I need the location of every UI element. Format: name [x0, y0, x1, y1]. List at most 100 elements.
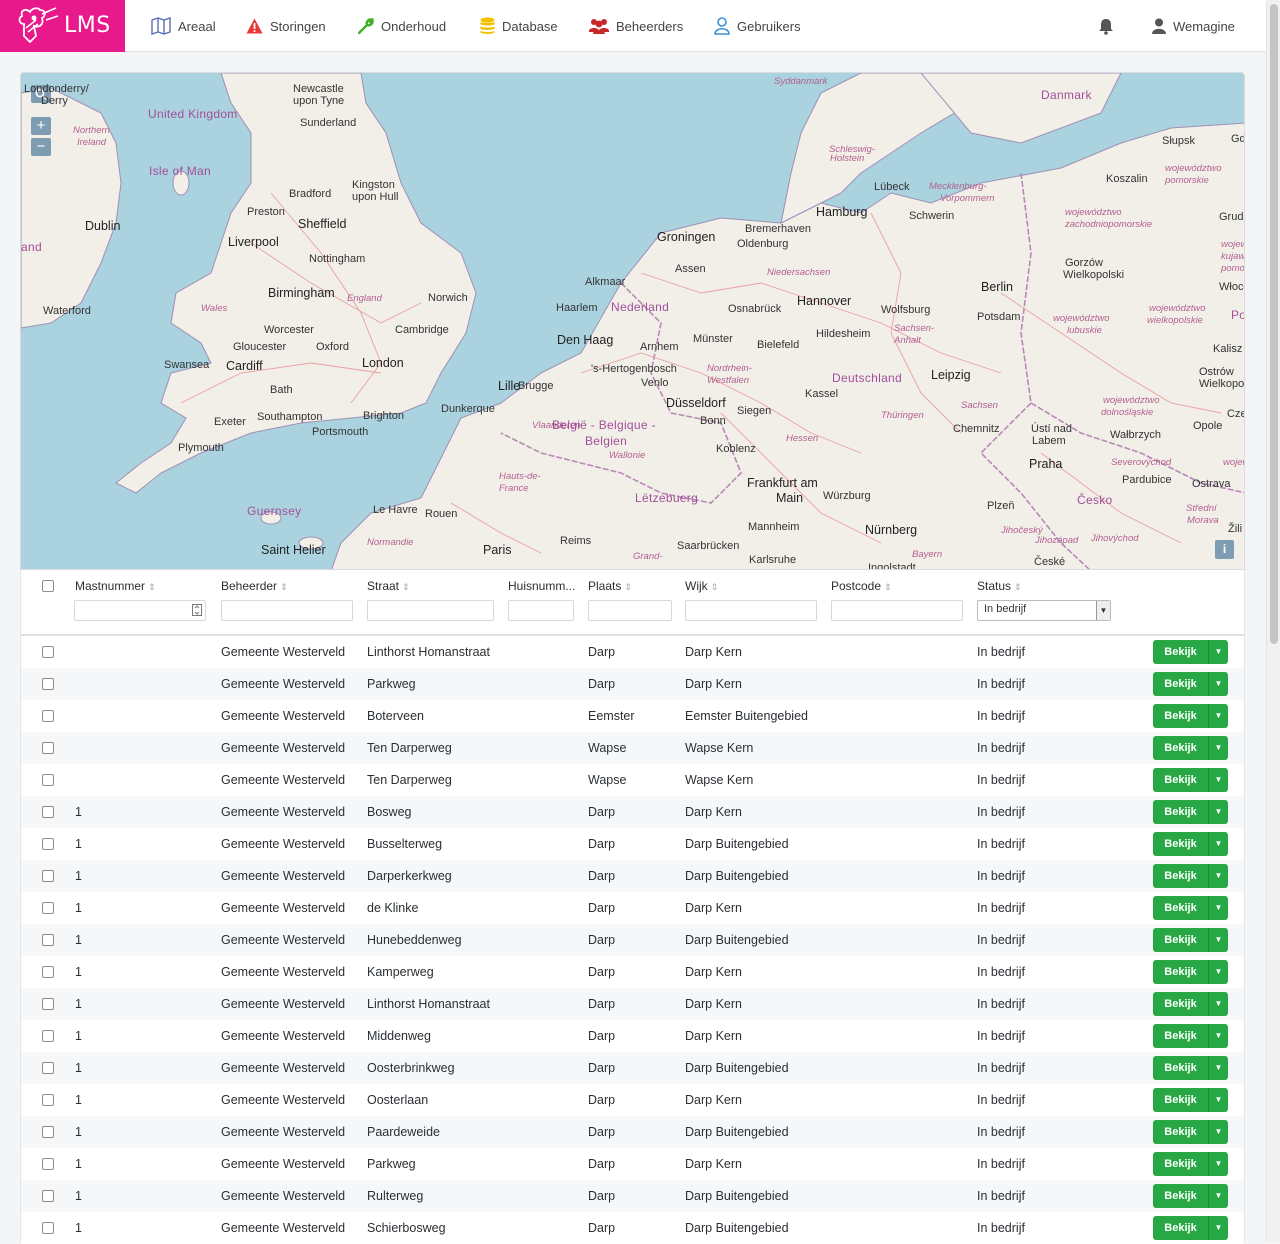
filter-straat-input[interactable]: [367, 600, 494, 621]
view-button[interactable]: Bekijk: [1153, 672, 1208, 696]
filter-postcode-input[interactable]: [831, 600, 963, 621]
table-row[interactable]: 1 Gemeente Westerveld Linthorst Homanstraa…: [21, 988, 1244, 1020]
row-checkbox[interactable]: [42, 1094, 54, 1106]
row-checkbox[interactable]: [42, 838, 54, 850]
table-row[interactable]: 1 Gemeente Westerveld Paardeweide Darp Darp …: [21, 1116, 1244, 1148]
notifications-button[interactable]: [1098, 0, 1114, 52]
view-button[interactable]: Bekijk: [1153, 832, 1208, 856]
table-row[interactable]: 1 Gemeente Westerveld Hunebeddenweg Darp Dar…: [21, 924, 1244, 956]
view-button[interactable]: Bekijk: [1153, 1088, 1208, 1112]
row-actions-dropdown-button[interactable]: ▼: [1208, 800, 1228, 824]
nav-item-gebruikers[interactable]: Gebruikers: [714, 0, 801, 52]
column-header-wijk[interactable]: Wijk ⇕: [685, 579, 718, 593]
row-actions-dropdown-button[interactable]: ▼: [1208, 672, 1228, 696]
column-header-straat[interactable]: Straat ⇕: [367, 579, 410, 593]
table-row[interactable]: 1 Gemeente Westerveld Busselterweg Darp Darp…: [21, 828, 1244, 860]
view-button[interactable]: Bekijk: [1153, 736, 1208, 760]
table-row[interactable]: 1 Gemeente Westerveld Kamperweg Darp Darp Ke…: [21, 956, 1244, 988]
table-row[interactable]: Gemeente Westerveld Ten Darperweg Wapse Wap…: [21, 764, 1244, 796]
row-checkbox[interactable]: [42, 774, 54, 786]
row-checkbox[interactable]: [42, 678, 54, 690]
zoom-in-button[interactable]: +: [31, 117, 51, 135]
row-actions-dropdown-button[interactable]: ▼: [1208, 736, 1228, 760]
view-button[interactable]: Bekijk: [1153, 1024, 1208, 1048]
row-actions-dropdown-button[interactable]: ▼: [1208, 896, 1228, 920]
view-button[interactable]: Bekijk: [1153, 1152, 1208, 1176]
view-button[interactable]: Bekijk: [1153, 896, 1208, 920]
table-row[interactable]: Gemeente Westerveld Boterveen Eemster Eemst…: [21, 700, 1244, 732]
column-header-plaats[interactable]: Plaats ⇕: [588, 579, 632, 593]
view-button[interactable]: Bekijk: [1153, 1216, 1208, 1240]
row-checkbox[interactable]: [42, 934, 54, 946]
row-actions-dropdown-button[interactable]: ▼: [1208, 768, 1228, 792]
row-checkbox[interactable]: [42, 998, 54, 1010]
table-row[interactable]: Gemeente Westerveld Linthorst Homanstraat…: [21, 636, 1244, 668]
table-row[interactable]: 1 Gemeente Westerveld Schierbosweg Darp Darp…: [21, 1212, 1244, 1244]
row-actions-dropdown-button[interactable]: ▼: [1208, 1056, 1228, 1080]
select-all-checkbox[interactable]: [42, 580, 54, 592]
filter-plaats-input[interactable]: [588, 600, 672, 621]
table-row[interactable]: 1 Gemeente Westerveld de Klinke Darp Darp Ke…: [21, 892, 1244, 924]
table-row[interactable]: 1 Gemeente Westerveld Rulterweg Darp Darp Bu…: [21, 1180, 1244, 1212]
row-actions-dropdown-button[interactable]: ▼: [1208, 960, 1228, 984]
user-menu[interactable]: Wemagine: [1152, 0, 1235, 52]
row-checkbox[interactable]: [42, 870, 54, 882]
column-header-mastnummer[interactable]: Mastnummer ⇕: [75, 579, 156, 593]
view-button[interactable]: Bekijk: [1153, 928, 1208, 952]
row-actions-dropdown-button[interactable]: ▼: [1208, 1216, 1228, 1240]
row-checkbox[interactable]: [42, 710, 54, 722]
zoom-out-button[interactable]: −: [31, 138, 51, 156]
table-row[interactable]: 1 Gemeente Westerveld Darperkerkweg Darp Dar…: [21, 860, 1244, 892]
view-button[interactable]: Bekijk: [1153, 640, 1208, 664]
column-header-status[interactable]: Status ⇕: [977, 579, 1022, 593]
table-row[interactable]: 1 Gemeente Westerveld Oosterlaan Darp Darp K…: [21, 1084, 1244, 1116]
row-actions-dropdown-button[interactable]: ▼: [1208, 1024, 1228, 1048]
row-actions-dropdown-button[interactable]: ▼: [1208, 928, 1228, 952]
filter-huisnummer-input[interactable]: [508, 600, 574, 621]
row-checkbox[interactable]: [42, 1062, 54, 1074]
nav-item-areaal[interactable]: Areaal: [151, 0, 216, 52]
row-actions-dropdown-button[interactable]: ▼: [1208, 1120, 1228, 1144]
row-checkbox[interactable]: [42, 966, 54, 978]
map-attribution-button[interactable]: i: [1215, 540, 1234, 559]
page-scrollbar[interactable]: [1266, 0, 1280, 1242]
nav-item-database[interactable]: Database: [480, 0, 558, 52]
nav-item-storingen[interactable]: Storingen: [246, 0, 326, 52]
view-button[interactable]: Bekijk: [1153, 1184, 1208, 1208]
filter-status-select[interactable]: In bedrijf ▼: [977, 600, 1111, 621]
table-row[interactable]: Gemeente Westerveld Ten Darperweg Wapse Wap…: [21, 732, 1244, 764]
nav-item-beheerders[interactable]: Beheerders: [589, 0, 683, 52]
row-checkbox[interactable]: [42, 1030, 54, 1042]
view-button[interactable]: Bekijk: [1153, 800, 1208, 824]
row-checkbox[interactable]: [42, 1126, 54, 1138]
view-button[interactable]: Bekijk: [1153, 864, 1208, 888]
view-button[interactable]: Bekijk: [1153, 768, 1208, 792]
row-checkbox[interactable]: [42, 1222, 54, 1234]
filter-wijk-input[interactable]: [685, 600, 817, 621]
table-row[interactable]: 1 Gemeente Westerveld Oosterbrinkweg Darp Da…: [21, 1052, 1244, 1084]
filter-beheerder-input[interactable]: [221, 600, 353, 621]
table-row[interactable]: 1 Gemeente Westerveld Parkweg Darp Darp Kern…: [21, 1148, 1244, 1180]
row-checkbox[interactable]: [42, 646, 54, 658]
scrollbar-thumb[interactable]: [1270, 4, 1278, 644]
row-checkbox[interactable]: [42, 902, 54, 914]
table-row[interactable]: Gemeente Westerveld Parkweg Darp Darp Kern I…: [21, 668, 1244, 700]
row-actions-dropdown-button[interactable]: ▼: [1208, 864, 1228, 888]
view-button[interactable]: Bekijk: [1153, 704, 1208, 728]
row-actions-dropdown-button[interactable]: ▼: [1208, 704, 1228, 728]
row-checkbox[interactable]: [42, 742, 54, 754]
row-checkbox[interactable]: [42, 806, 54, 818]
row-checkbox[interactable]: [42, 1158, 54, 1170]
view-button[interactable]: Bekijk: [1153, 1056, 1208, 1080]
row-actions-dropdown-button[interactable]: ▼: [1208, 1088, 1228, 1112]
column-header-beheerder[interactable]: Beheerder ⇕: [221, 579, 288, 593]
filter-mastnummer-input[interactable]: [74, 600, 206, 621]
column-header-postcode[interactable]: Postcode ⇕: [831, 579, 892, 593]
row-actions-dropdown-button[interactable]: ▼: [1208, 640, 1228, 664]
column-header-huisnummer[interactable]: Huisnumm...: [508, 579, 575, 593]
row-actions-dropdown-button[interactable]: ▼: [1208, 1184, 1228, 1208]
row-actions-dropdown-button[interactable]: ▼: [1208, 832, 1228, 856]
table-row[interactable]: 1 Gemeente Westerveld Bosweg Darp Darp Kern I…: [21, 796, 1244, 828]
view-button[interactable]: Bekijk: [1153, 960, 1208, 984]
brand-logo[interactable]: LMS: [0, 0, 125, 52]
